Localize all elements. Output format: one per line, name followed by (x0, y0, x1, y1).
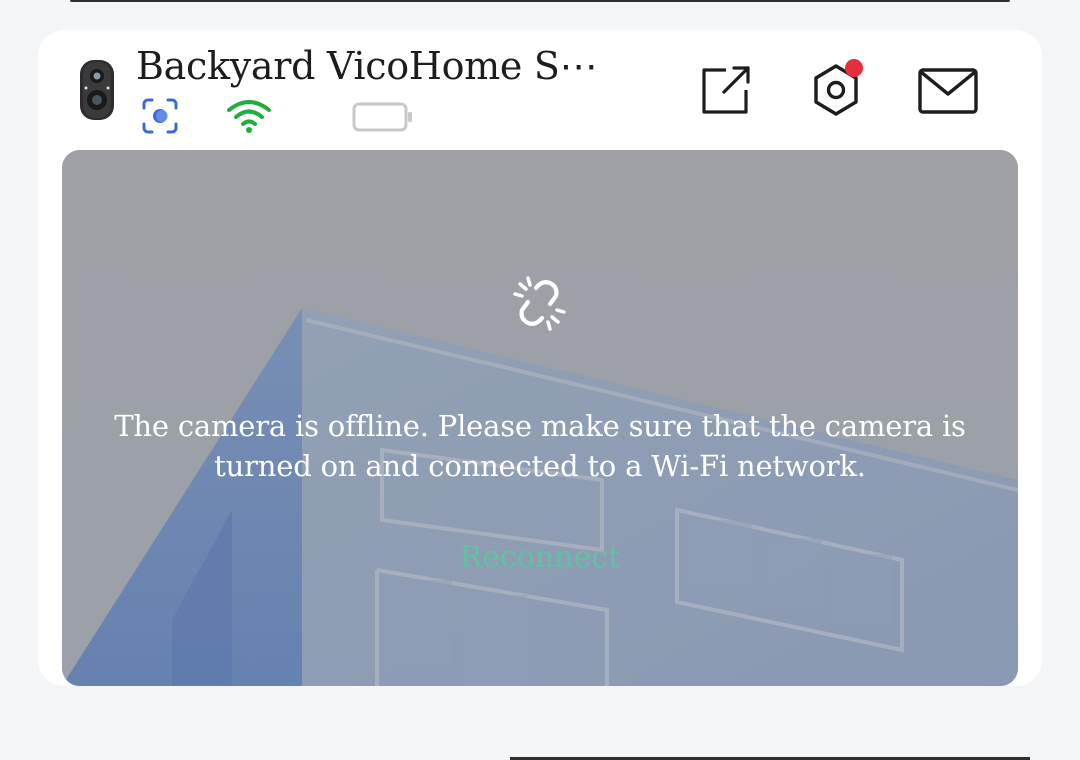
reconnect-button[interactable]: Reconnect (440, 540, 640, 575)
settings-icon (814, 59, 863, 116)
motion-detection-icon (138, 96, 182, 140)
settings-button[interactable] (804, 58, 868, 122)
battery-icon (352, 102, 414, 136)
share-button[interactable] (692, 58, 756, 122)
link-broken-icon (510, 274, 570, 334)
wifi-icon (226, 98, 272, 138)
offline-message: The camera is offline. Please make sure … (114, 409, 966, 483)
messages-button[interactable] (916, 58, 980, 122)
camera-device-icon (74, 58, 118, 124)
device-name[interactable]: Backyard VicoHome S⋯ (136, 44, 596, 88)
notification-dot (845, 59, 863, 77)
camera-card: Backyard VicoHome S⋯ The camera is offli… (38, 30, 1042, 686)
message-icon (918, 68, 978, 114)
camera-preview[interactable]: The camera is offline. Please make sure … (62, 150, 1018, 686)
share-icon (702, 66, 750, 114)
previous-card-edge (70, 0, 1010, 2)
